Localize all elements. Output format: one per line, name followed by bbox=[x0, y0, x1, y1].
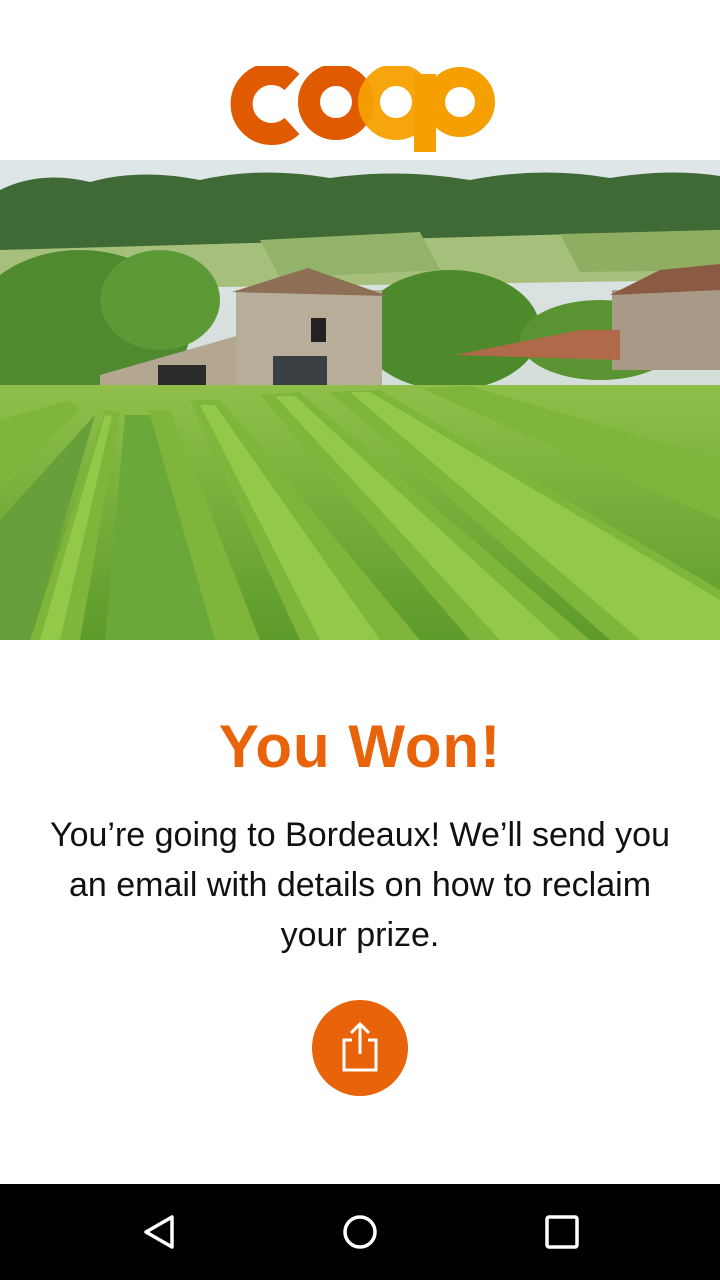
system-navigation-bar bbox=[0, 1184, 720, 1280]
recents-button[interactable] bbox=[532, 1202, 592, 1262]
share-button[interactable] bbox=[312, 1000, 408, 1096]
result-message: You’re going to Bordeaux! We’ll send you… bbox=[50, 816, 670, 954]
back-icon bbox=[144, 1215, 174, 1249]
back-button[interactable] bbox=[130, 1202, 190, 1262]
vineyard-photo bbox=[0, 160, 720, 640]
coop-logo bbox=[226, 63, 496, 152]
result-title: You Won! bbox=[218, 713, 502, 780]
home-icon bbox=[343, 1215, 377, 1249]
recents-icon bbox=[545, 1215, 579, 1249]
home-button[interactable] bbox=[330, 1202, 390, 1262]
share-icon bbox=[342, 1021, 378, 1072]
